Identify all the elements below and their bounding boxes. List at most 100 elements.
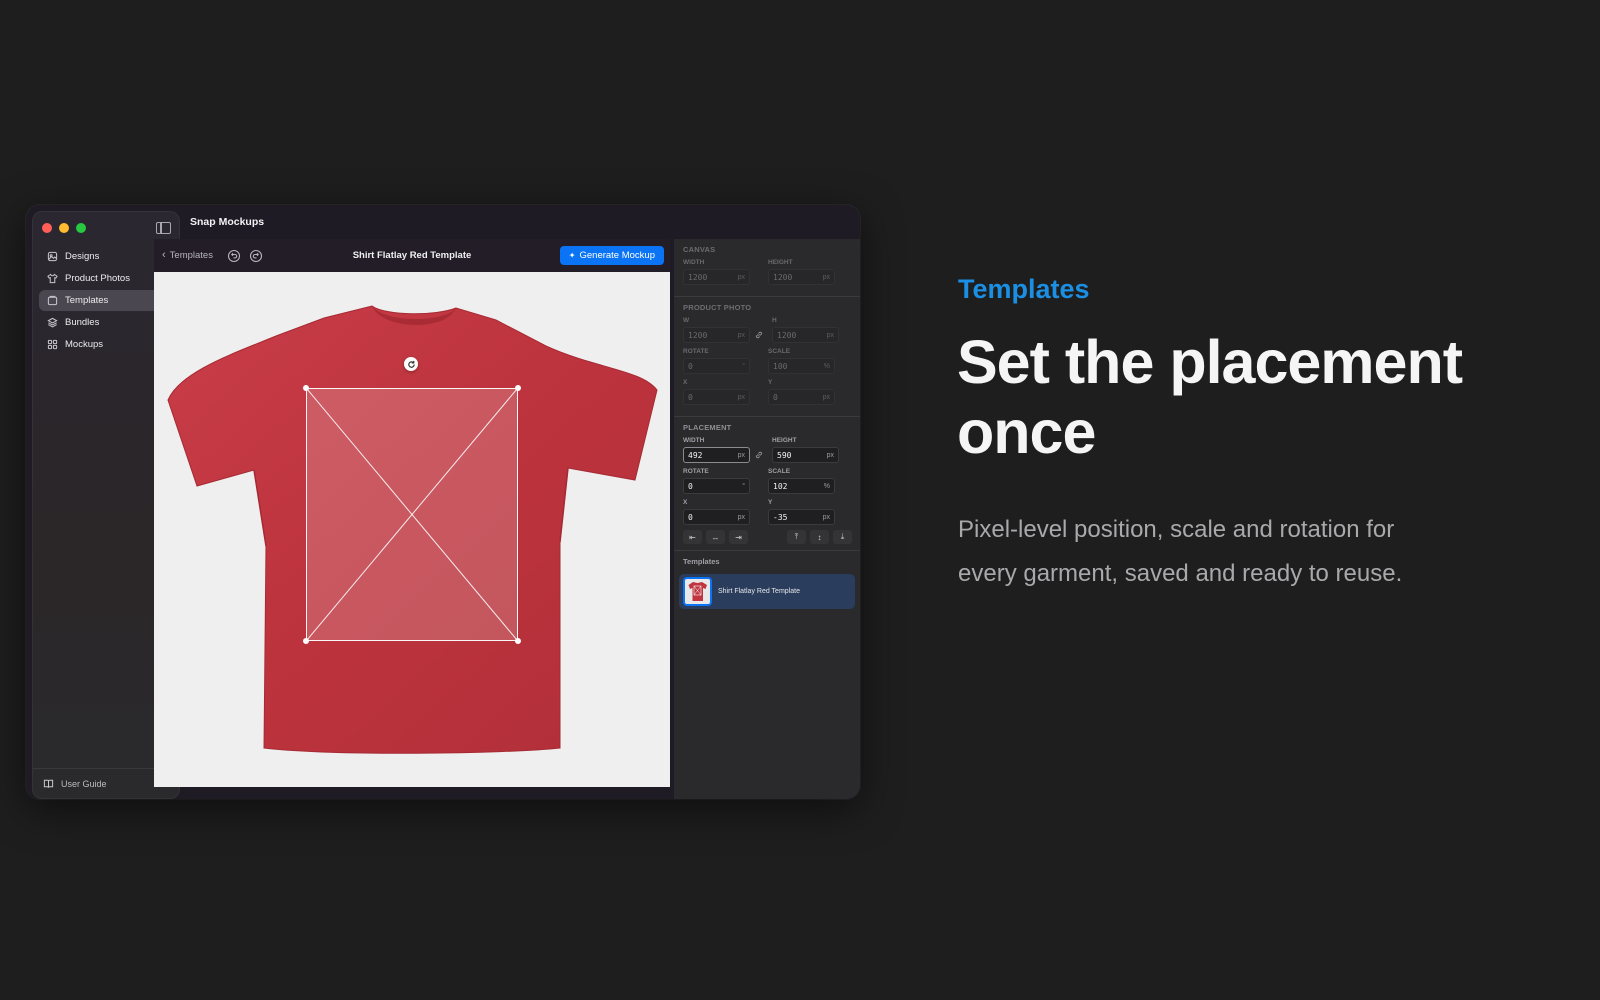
- sidebar-item-label: Bundles: [65, 317, 100, 328]
- back-label: Templates: [169, 250, 213, 261]
- field-label: WIDTH: [683, 259, 705, 266]
- section-title: PRODUCT PHOTO: [683, 303, 752, 312]
- placement-area[interactable]: [303, 385, 521, 644]
- field-label: Y: [768, 379, 773, 386]
- field-unit: px: [822, 513, 830, 521]
- photo-rotate-field[interactable]: 0 °: [683, 358, 750, 374]
- placement-rotate-field[interactable]: 0 °: [683, 478, 750, 494]
- sidebar-item-label: Designs: [65, 251, 100, 262]
- headline: Set the placement once: [957, 327, 1557, 467]
- template-item[interactable]: Shirt Flatlay Red Template: [679, 574, 855, 609]
- field-label: SCALE: [768, 468, 791, 475]
- align-bottom-icon[interactable]: ⤓: [833, 530, 852, 544]
- section-title: CANVAS: [683, 245, 716, 254]
- field-label: SCALE: [768, 348, 791, 355]
- field-value: 0: [773, 392, 778, 402]
- sidebar-item-templates[interactable]: Templates: [39, 290, 173, 311]
- field-value: 0: [688, 481, 693, 491]
- zoom-window-button[interactable]: [76, 223, 86, 233]
- sidebar-toggle-icon[interactable]: [156, 222, 171, 234]
- field-value: 492: [688, 450, 703, 460]
- photo-height-field[interactable]: 1200 px: [772, 327, 839, 343]
- headline-line: Set the placement: [957, 328, 1463, 396]
- field-value: 0: [688, 392, 693, 402]
- placement-width-field[interactable]: 492 px: [683, 447, 750, 463]
- sidebar-item-label: Mockups: [65, 339, 104, 350]
- placement-scale-field[interactable]: 102%: [768, 478, 835, 494]
- field-label: ROTATE: [683, 348, 709, 355]
- photo-x-field[interactable]: 0 px: [683, 389, 750, 405]
- app-title: Snap Mockups: [190, 216, 265, 228]
- body-line: every garment, saved and ready to reuse.: [958, 560, 1403, 587]
- align-right-icon[interactable]: ⇥: [729, 530, 748, 544]
- placement-height-field[interactable]: 590 px: [772, 447, 839, 463]
- section-title: PLACEMENT: [683, 423, 732, 432]
- product-photo-section: PRODUCT PHOTO W 1200 px H 1200 px ROTATE 0…: [674, 297, 860, 417]
- field-unit: px: [822, 393, 830, 401]
- field-unit: px: [826, 451, 834, 459]
- align-left-icon[interactable]: ⇤: [683, 530, 702, 544]
- layers-icon: [47, 317, 58, 328]
- grid-icon: [47, 339, 58, 350]
- sidebar-item-product-photos[interactable]: Product Photos: [39, 268, 173, 289]
- field-value: 1200: [777, 330, 797, 340]
- canvas-width-field[interactable]: 1200 px: [683, 269, 750, 285]
- field-value: 590: [777, 450, 792, 460]
- field-unit: °: [742, 482, 745, 490]
- mockup-canvas[interactable]: [154, 272, 670, 787]
- align-center-horizontal-icon[interactable]: ↔: [706, 530, 725, 544]
- field-label: Y: [768, 499, 773, 506]
- photo-y-field[interactable]: 0 px: [768, 389, 835, 405]
- chevron-left-icon: ‹: [162, 249, 166, 261]
- field-unit: %: [823, 362, 830, 370]
- minimize-window-button[interactable]: [59, 223, 69, 233]
- body-line: Pixel-level position, scale and rotation…: [958, 516, 1395, 543]
- placement-x-field[interactable]: 0 px: [683, 509, 750, 525]
- resize-handle-top-right[interactable]: [515, 385, 521, 391]
- resize-handle-bottom-left[interactable]: [303, 638, 309, 644]
- close-window-button[interactable]: [42, 223, 52, 233]
- templates-section: Templates Shirt Flatlay Red Template: [674, 551, 860, 609]
- field-unit: °: [742, 362, 745, 370]
- resize-handle-top-left[interactable]: [303, 385, 309, 391]
- photo-scale-field[interactable]: 100%: [768, 358, 835, 374]
- photo-width-field[interactable]: 1200 px: [683, 327, 750, 343]
- field-unit: px: [826, 331, 834, 339]
- field-unit: px: [737, 451, 745, 459]
- redo-icon[interactable]: [249, 249, 263, 263]
- toolbar: ‹ Templates Shirt Flatlay Red Template ✦…: [154, 239, 670, 272]
- field-value: 1200: [688, 272, 708, 282]
- field-value: 1200: [688, 330, 708, 340]
- generate-label: Generate Mockup: [579, 250, 655, 261]
- sidebar-item-mockups[interactable]: Mockups: [39, 334, 173, 355]
- sidebar-item-label: Templates: [65, 295, 109, 306]
- field-unit: px: [737, 273, 745, 281]
- field-label: ROTATE: [683, 468, 709, 475]
- rotate-handle[interactable]: [404, 357, 418, 371]
- field-unit: px: [737, 393, 745, 401]
- template-name: Shirt Flatlay Red Template: [718, 588, 800, 595]
- canvas-height-field[interactable]: 1200 px: [768, 269, 835, 285]
- sidebar-item-bundles[interactable]: Bundles: [39, 312, 173, 333]
- undo-icon[interactable]: [227, 249, 241, 263]
- align-top-icon[interactable]: ⤒: [787, 530, 806, 544]
- app-window: Designs Product Photos Templates Bundles: [26, 205, 860, 799]
- resize-handle-bottom-right[interactable]: [515, 638, 521, 644]
- back-button[interactable]: ‹ Templates: [162, 249, 213, 262]
- link-icon[interactable]: [754, 327, 764, 343]
- window-controls: [42, 223, 86, 233]
- field-value: 0: [688, 361, 693, 371]
- sidebar-nav: Designs Product Photos Templates Bundles: [39, 246, 173, 356]
- field-label: W: [683, 317, 690, 324]
- placement-y-field[interactable]: -35 px: [768, 509, 835, 525]
- link-icon[interactable]: [754, 447, 764, 463]
- field-value: 100: [773, 361, 788, 371]
- field-value: 1200: [773, 272, 793, 282]
- sidebar-item-label: Product Photos: [65, 273, 130, 284]
- template-icon: [47, 295, 58, 306]
- align-center-vertical-icon[interactable]: ↕: [810, 530, 829, 544]
- field-value: 0: [688, 512, 693, 522]
- generate-mockup-button[interactable]: ✦ Generate Mockup: [559, 246, 664, 265]
- sidebar-item-designs[interactable]: Designs: [39, 246, 173, 267]
- user-guide-label: User Guide: [61, 778, 107, 789]
